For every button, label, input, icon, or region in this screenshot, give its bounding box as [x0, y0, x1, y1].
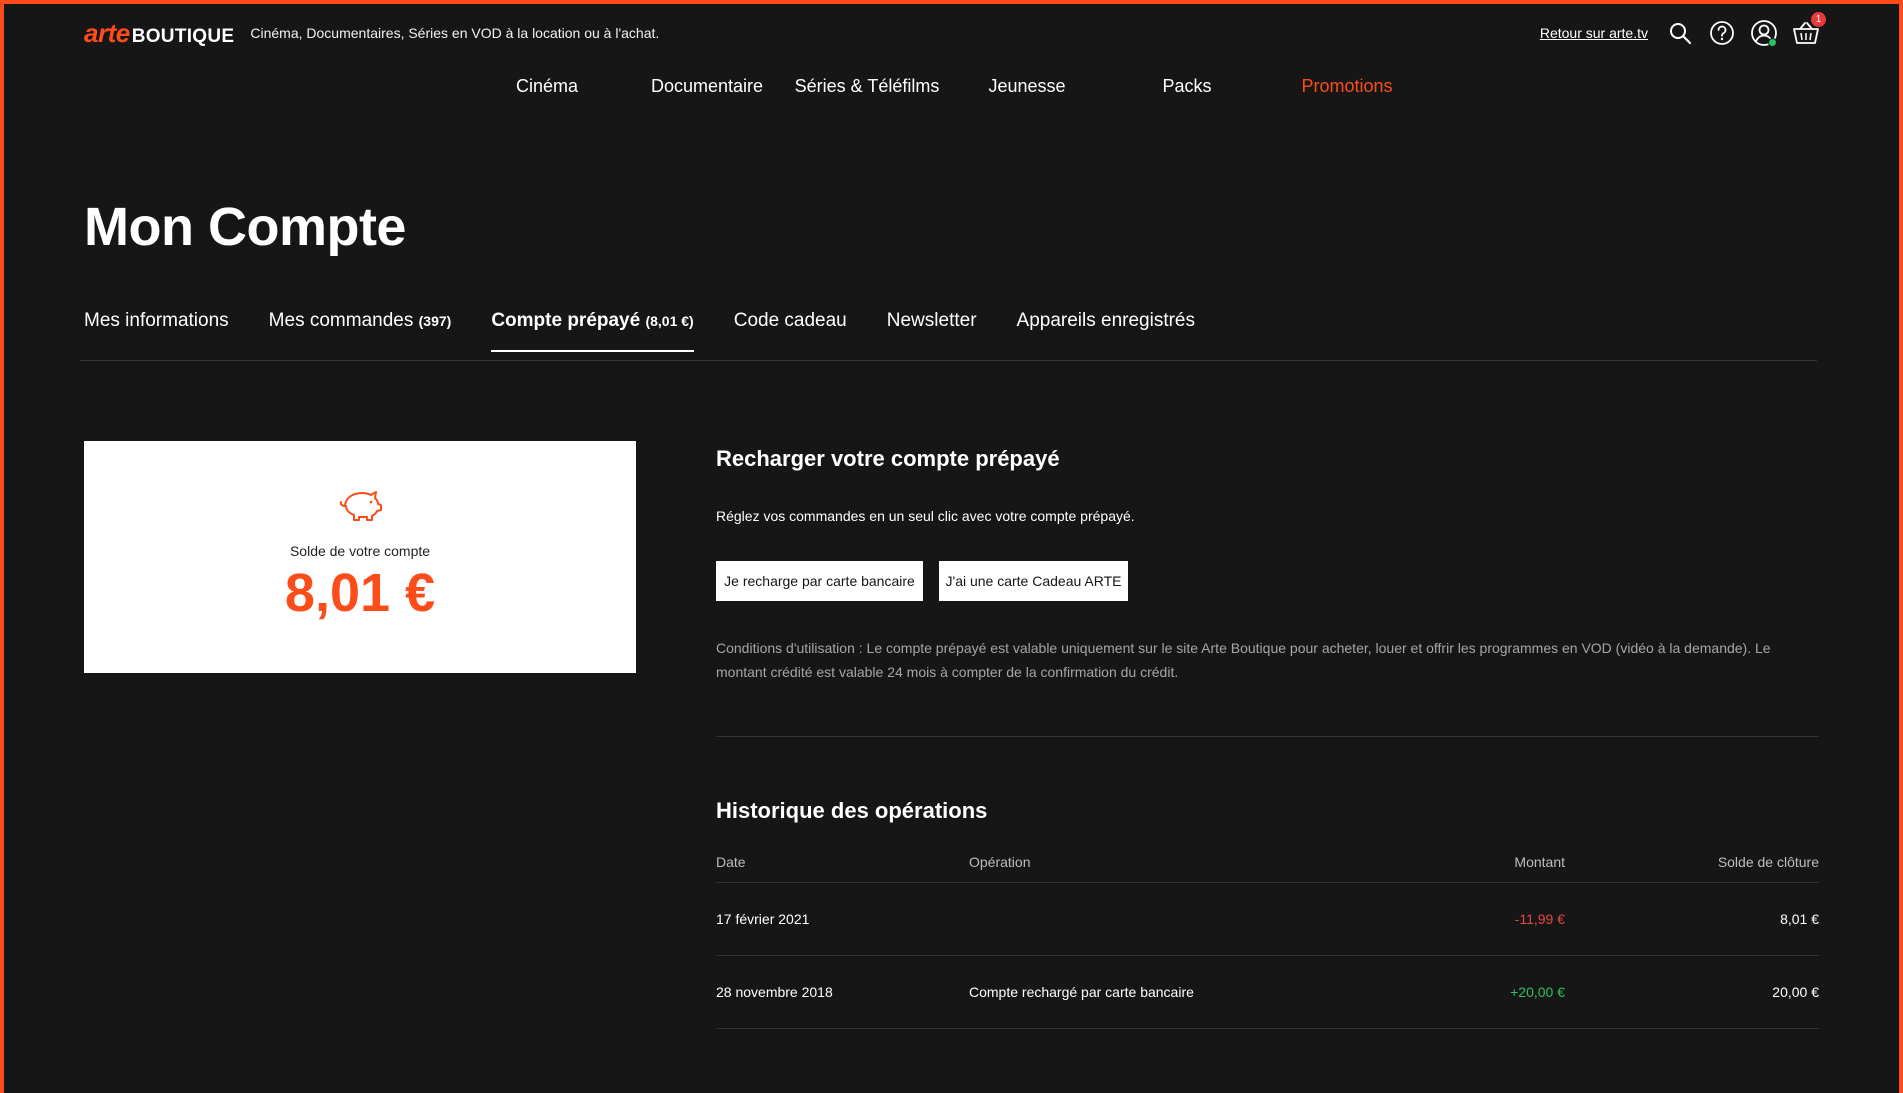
header-actions: Retour sur arte.tv 1	[1540, 12, 1826, 47]
nav-item-jeunesse[interactable]: Jeunesse	[988, 76, 1065, 97]
logo-boutique-text: BOUTIQUE	[131, 25, 235, 47]
account-tabs: Mes informations Mes commandes (397) Com…	[84, 310, 1195, 354]
column-header-operation: Opération	[969, 854, 1031, 870]
balance-amount: 8,01 €	[284, 563, 436, 623]
recharge-description: Réglez vos commandes en un seul clic ave…	[716, 508, 1135, 524]
tab-code-cadeau[interactable]: Code cadeau	[734, 310, 847, 354]
row-closing-balance: 20,00 €	[1772, 984, 1819, 1000]
row-divider	[716, 955, 1819, 956]
tab-label: Newsletter	[886, 310, 977, 331]
user-icon[interactable]	[1750, 19, 1778, 47]
column-header-closing-balance: Solde de clôture	[1717, 854, 1819, 870]
row-divider	[716, 1028, 1819, 1029]
usage-conditions: Conditions d'utilisation : Le compte pré…	[716, 640, 1771, 680]
tab-appareils-enregistres[interactable]: Appareils enregistrés	[1017, 310, 1195, 354]
tab-mes-commandes[interactable]: Mes commandes (397)	[269, 310, 452, 354]
search-icon[interactable]	[1666, 19, 1694, 47]
tab-label: Mes commandes	[268, 310, 414, 331]
row-amount: -11,99 €	[1514, 911, 1565, 927]
nav-item-promotions[interactable]: Promotions	[1301, 76, 1392, 97]
help-icon[interactable]	[1708, 19, 1736, 47]
prepaid-amount: (8,01 €)	[645, 313, 694, 329]
recharge-title: Recharger votre compte prépayé	[716, 446, 1060, 471]
tab-label: Appareils enregistrés	[1016, 310, 1195, 331]
tab-label: Mes informations	[84, 310, 229, 331]
gift-card-button[interactable]: J'ai une carte Cadeau ARTE	[939, 561, 1128, 601]
row-closing-balance: 8,01 €	[1780, 911, 1819, 927]
row-operation: Compte rechargé par carte bancaire	[969, 984, 1194, 1000]
history-title: Historique des opérations	[716, 798, 988, 823]
tab-mes-informations[interactable]: Mes informations	[84, 310, 229, 354]
page-title: Mon Compte	[84, 197, 406, 257]
balance-card: Solde de votre compte 8,01 €	[84, 441, 636, 673]
cart-icon[interactable]: 1	[1792, 12, 1826, 47]
row-amount: +20,00 €	[1510, 984, 1565, 1000]
top-bar: arte BOUTIQUE Cinéma, Documentaires, Sér…	[84, 12, 1826, 49]
arte-boutique-logo[interactable]: arte BOUTIQUE	[84, 18, 234, 49]
recharge-card-button[interactable]: Je recharge par carte bancaire	[716, 561, 923, 601]
nav-item-series[interactable]: Séries & Téléfilms	[795, 76, 940, 97]
piggy-bank-icon	[339, 491, 382, 521]
back-to-arte-link[interactable]: Retour sur arte.tv	[1540, 25, 1648, 41]
table-header-divider	[716, 882, 1819, 883]
balance-label: Solde de votre compte	[289, 543, 431, 559]
column-header-date: Date	[716, 854, 746, 870]
row-date: 17 février 2021	[716, 911, 810, 927]
tab-label: Compte prépayé	[491, 310, 641, 331]
nav-item-packs[interactable]: Packs	[1162, 76, 1211, 97]
main-navigation: Cinéma Documentaire Séries & Téléfilms J…	[0, 76, 1903, 102]
cart-count-badge: 1	[1811, 12, 1826, 27]
nav-item-documentaire[interactable]: Documentaire	[651, 76, 763, 97]
tabs-divider	[80, 360, 1817, 361]
tab-label: Code cadeau	[733, 310, 847, 331]
tab-compte-prepaye[interactable]: Compte prépayé (8,01 €)	[491, 310, 695, 354]
nav-item-cinema[interactable]: Cinéma	[516, 76, 578, 97]
tab-newsletter[interactable]: Newsletter	[887, 310, 977, 354]
site-tagline: Cinéma, Documentaires, Séries en VOD à l…	[250, 25, 660, 41]
logo-arte-text: arte	[84, 17, 130, 48]
column-header-amount: Montant	[1514, 854, 1565, 870]
row-date: 28 novembre 2018	[716, 984, 833, 1000]
online-status-dot	[1768, 38, 1777, 47]
section-divider	[716, 736, 1819, 737]
orders-count: (397)	[418, 313, 452, 329]
